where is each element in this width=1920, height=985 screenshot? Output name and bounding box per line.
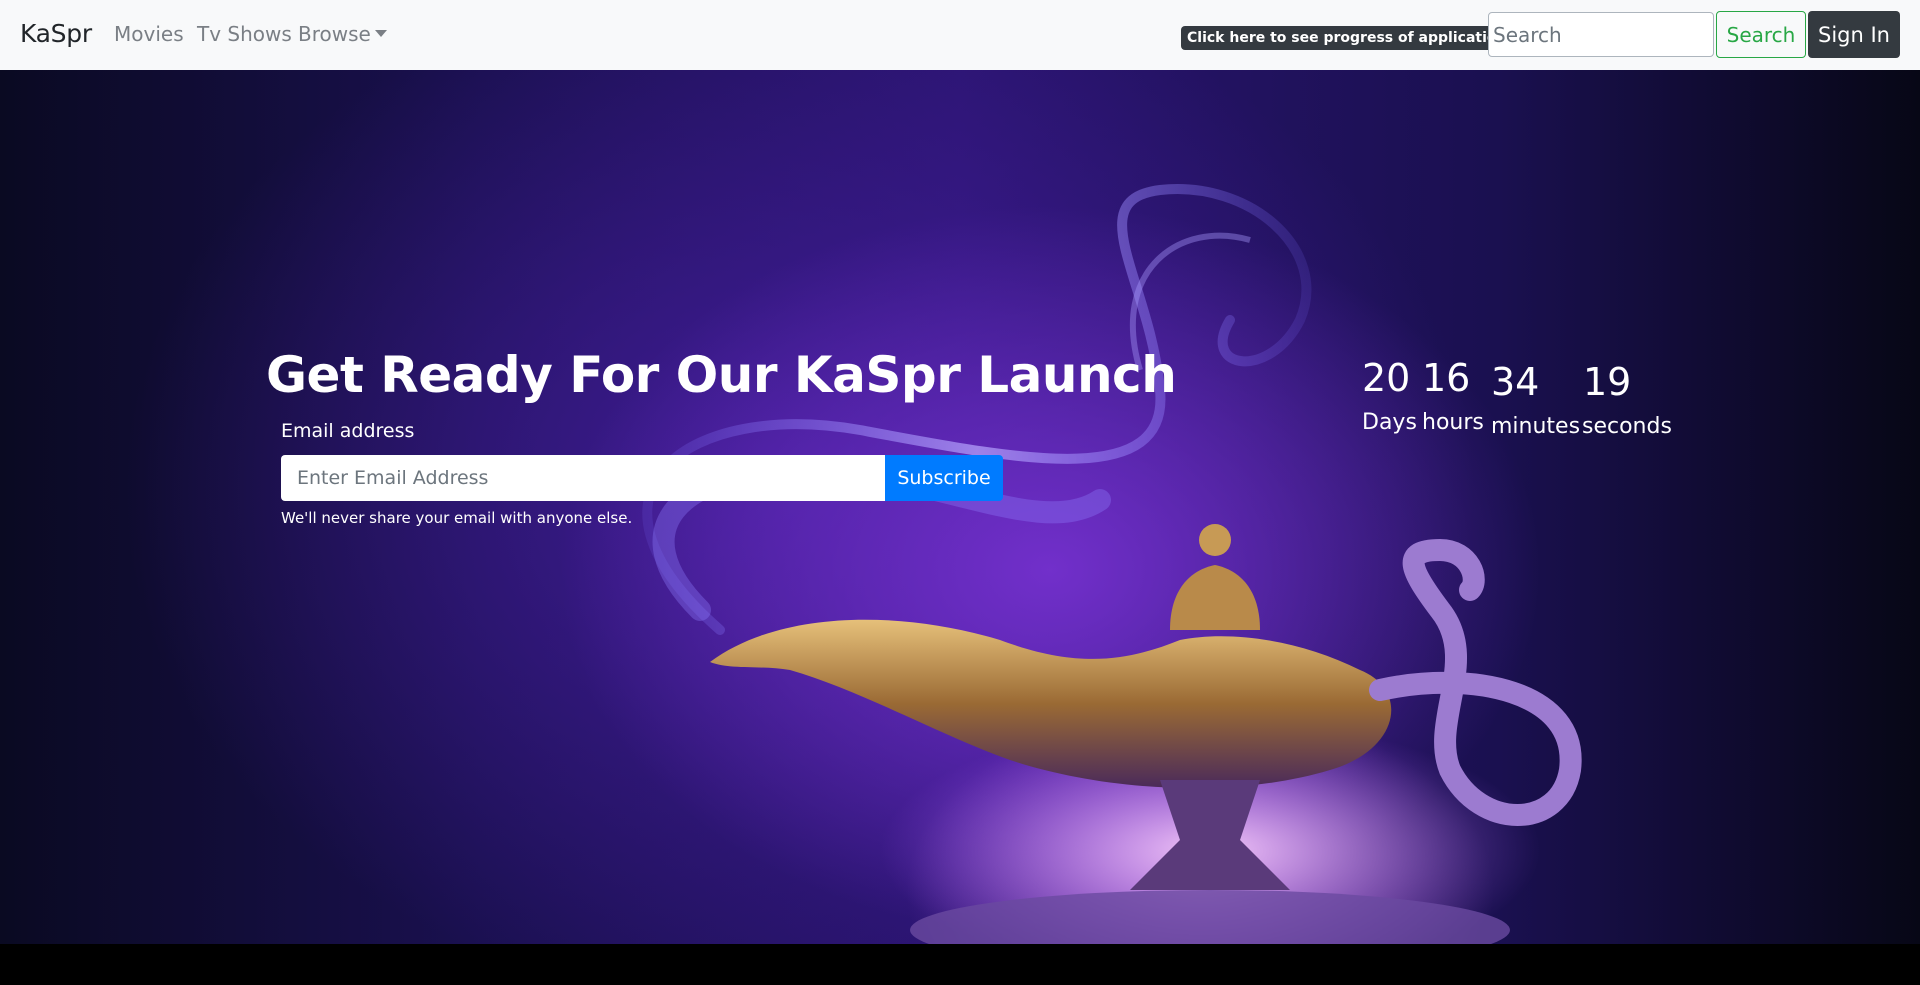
nav-tv-shows[interactable]: Tv Shows — [197, 22, 292, 46]
countdown-seconds-value: 19 — [1583, 360, 1632, 404]
sign-in-button[interactable]: Sign In — [1808, 11, 1900, 58]
subscribe-button[interactable]: Subscribe — [885, 455, 1003, 501]
email-help-text: We'll never share your email with anyone… — [281, 509, 633, 527]
footer-bar — [0, 944, 1920, 985]
countdown-minutes-label: minutes — [1491, 414, 1581, 439]
search-input[interactable] — [1488, 12, 1714, 57]
nav-movies[interactable]: Movies — [114, 22, 184, 46]
countdown-seconds-label: seconds — [1582, 414, 1672, 439]
countdown-days-value: 20 — [1362, 356, 1411, 400]
search-button[interactable]: Search — [1716, 11, 1806, 58]
chevron-down-icon — [374, 30, 387, 37]
navbar: KaSpr Movies Tv Shows Browse Click here … — [0, 0, 1920, 70]
countdown-hours-label: hours — [1422, 410, 1484, 435]
launch-headline: Get Ready For Our KaSpr Launch — [266, 346, 1177, 404]
hero-section: Get Ready For Our KaSpr Launch Email add… — [0, 70, 1920, 944]
countdown-days-label: Days — [1362, 410, 1417, 435]
email-field[interactable] — [281, 455, 885, 501]
email-label: Email address — [281, 420, 415, 442]
magic-lamp-background-image — [642, 184, 1582, 944]
brand-logo[interactable]: KaSpr — [20, 19, 92, 48]
countdown-hours-value: 16 — [1422, 356, 1471, 400]
progress-badge[interactable]: Click here to see progress of applicatio… — [1181, 26, 1513, 50]
countdown-minutes-value: 34 — [1491, 360, 1540, 404]
nav-browse-dropdown[interactable]: Browse — [298, 22, 387, 46]
nav-browse-label: Browse — [298, 22, 371, 46]
